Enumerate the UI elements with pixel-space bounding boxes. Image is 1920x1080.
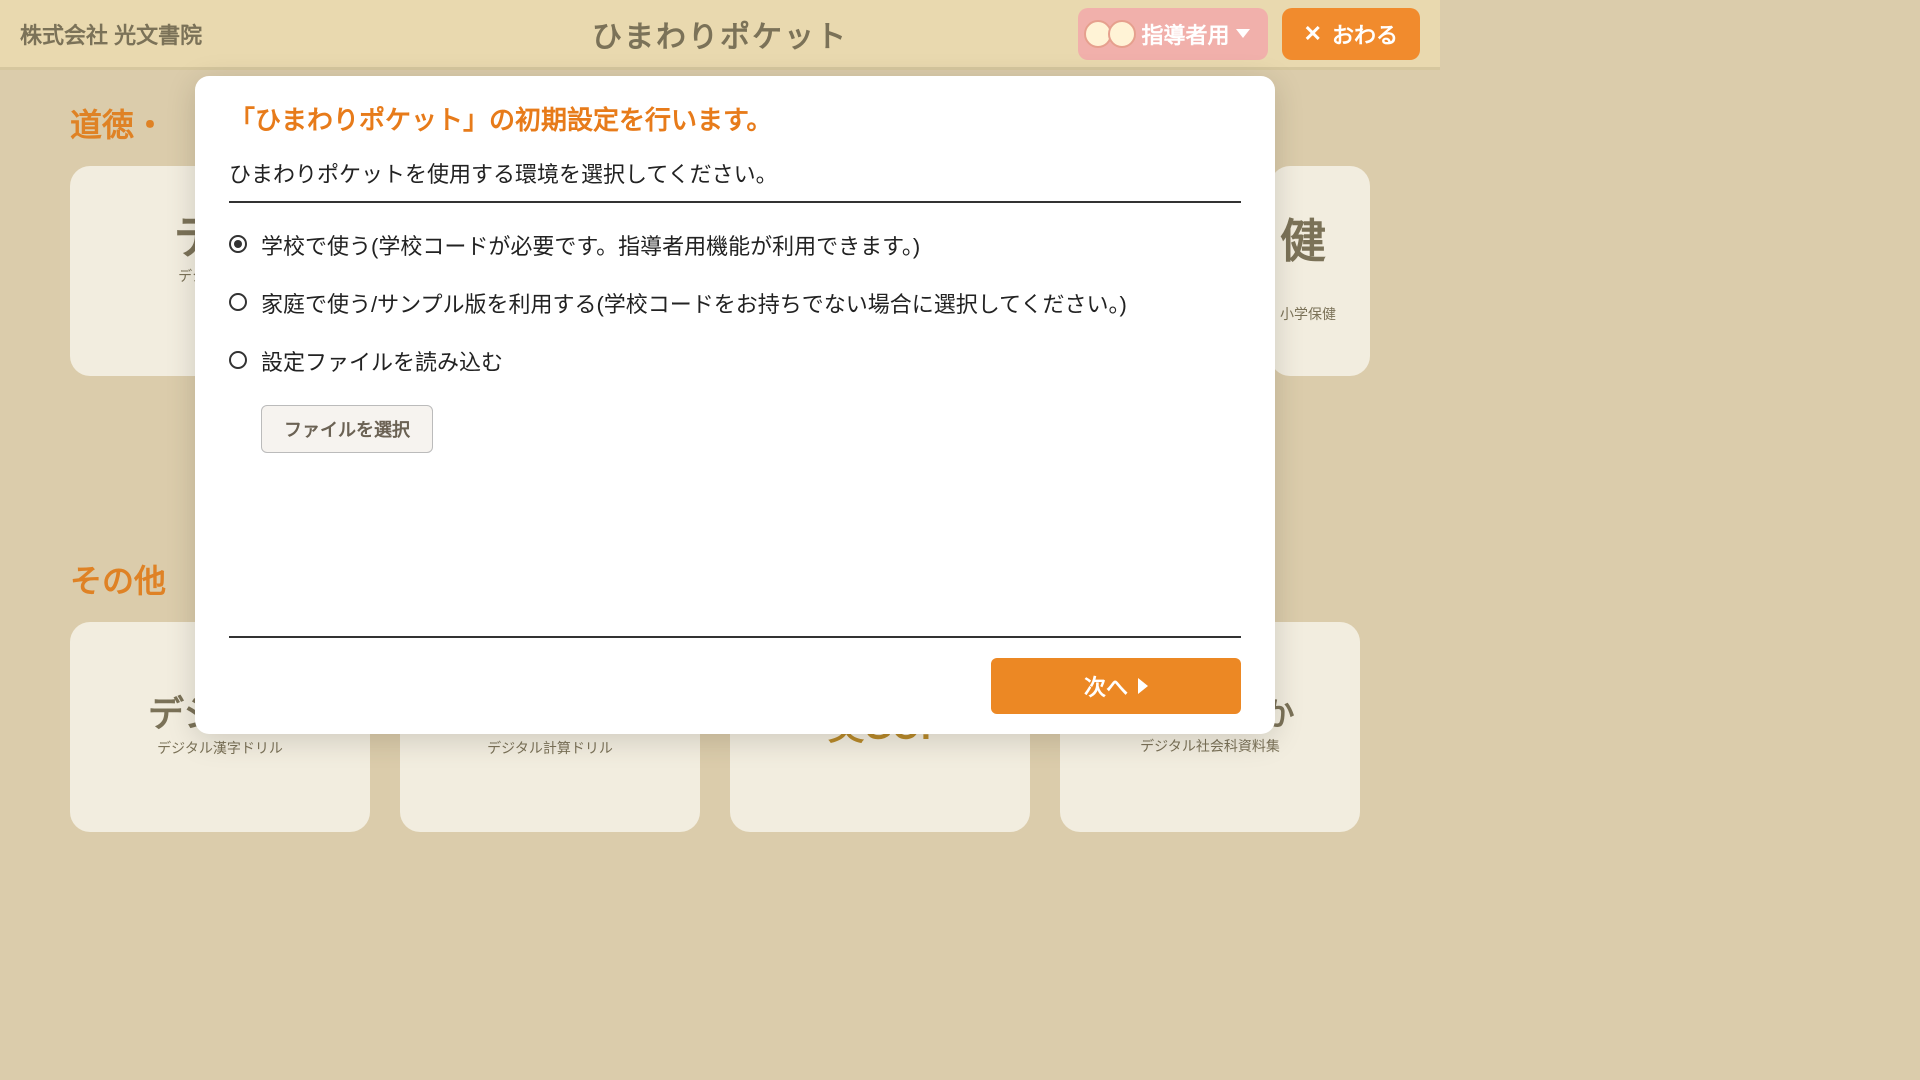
next-label: 次へ xyxy=(1084,670,1128,702)
next-button[interactable]: 次へ xyxy=(991,658,1241,714)
option-label: 学校で使う(学校コードが必要です。指導者用機能が利用できます。) xyxy=(261,229,920,261)
environment-options: 学校で使う(学校コードが必要です。指導者用機能が利用できます。) 家庭で使う/サ… xyxy=(229,229,1241,377)
radio-icon xyxy=(229,235,247,253)
divider xyxy=(229,201,1241,203)
chevron-right-icon xyxy=(1138,678,1148,694)
option-school[interactable]: 学校で使う(学校コードが必要です。指導者用機能が利用できます。) xyxy=(229,229,1241,261)
modal-description: ひまわりポケットを使用する環境を選択してください。 xyxy=(229,157,1241,189)
choose-file-button[interactable]: ファイルを選択 xyxy=(261,405,433,453)
option-label: 設定ファイルを読み込む xyxy=(261,345,503,377)
setup-modal: 「ひまわりポケット」の初期設定を行います。 ひまわりポケットを使用する環境を選択… xyxy=(195,76,1275,734)
option-home[interactable]: 家庭で使う/サンプル版を利用する(学校コードをお持ちでない場合に選択してください… xyxy=(229,287,1241,319)
option-load-file[interactable]: 設定ファイルを読み込む xyxy=(229,345,1241,377)
option-label: 家庭で使う/サンプル版を利用する(学校コードをお持ちでない場合に選択してください… xyxy=(261,287,1127,319)
modal-footer: 次へ xyxy=(229,658,1241,714)
radio-icon xyxy=(229,293,247,311)
modal-backdrop: 「ひまわりポケット」の初期設定を行います。 ひまわりポケットを使用する環境を選択… xyxy=(0,0,1440,810)
divider xyxy=(229,636,1241,638)
radio-icon xyxy=(229,351,247,369)
modal-title: 「ひまわりポケット」の初期設定を行います。 xyxy=(229,100,1241,137)
